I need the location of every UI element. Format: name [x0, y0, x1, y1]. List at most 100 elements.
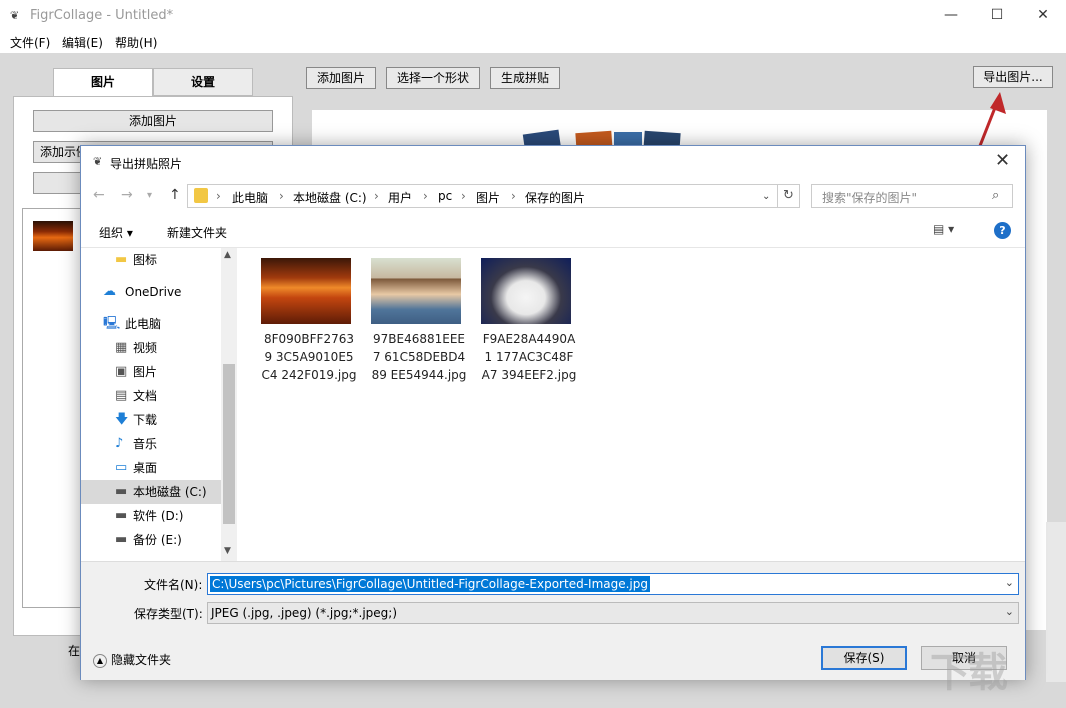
filetype-select[interactable]: JPEG (.jpg, .jpeg) (*.jpg;*.jpeg;) ⌄ — [207, 602, 1019, 624]
dialog-close-icon[interactable]: ✕ — [995, 150, 1010, 171]
nav-item-documents[interactable]: ▤ 文档 — [81, 384, 221, 408]
refresh-icon[interactable]: ↻ — [778, 184, 800, 208]
search-icon[interactable]: ⌕ — [992, 188, 999, 203]
address-bar[interactable]: › 此电脑 › 本地磁盘 (C:) › 用户 › pc › 图片 › 保存的图片… — [187, 184, 778, 208]
nav-item-music[interactable]: ♪ 音乐 — [81, 432, 221, 456]
help-icon[interactable]: ? — [994, 222, 1011, 239]
drive-icon: ▬ — [115, 480, 127, 504]
image-list[interactable] — [22, 208, 82, 608]
new-folder-button[interactable]: 新建文件夹 — [167, 224, 227, 241]
download-icon: 🡇 — [115, 408, 128, 432]
back-arrow-icon[interactable]: ← — [93, 187, 105, 203]
navigation-bar: ← → ▾ ↑ › 此电脑 › 本地磁盘 (C:) › 用户 › pc › 图片… — [81, 178, 1025, 214]
nav-item-label: 音乐 — [133, 432, 157, 456]
close-button[interactable]: ✕ — [1020, 0, 1066, 31]
hide-folders-toggle[interactable]: ▲ 隐藏文件夹 — [93, 651, 171, 668]
breadcrumb-item[interactable]: pc — [438, 189, 452, 203]
drive-icon: ▬ — [115, 504, 127, 528]
nav-item-pictures[interactable]: ▣ 图片 — [81, 360, 221, 384]
nav-item-label: 桌面 — [133, 456, 157, 480]
add-images-button[interactable]: 添加图片 — [33, 110, 273, 132]
pictures-icon: ▣ — [115, 360, 127, 384]
nav-item-label: OneDrive — [125, 280, 181, 304]
forward-arrow-icon[interactable]: → — [121, 187, 133, 203]
app-icon: ❦ — [10, 9, 19, 22]
desktop-icon: ▭ — [115, 456, 127, 480]
menu-edit[interactable]: 编辑(E) — [62, 34, 103, 51]
breadcrumb-separator: › — [461, 189, 466, 203]
nav-item-local-disk-c[interactable]: ▬ 本地磁盘 (C:) — [81, 480, 221, 504]
maximize-button[interactable]: ☐ — [974, 0, 1020, 31]
recent-dropdown-icon[interactable]: ▾ — [147, 190, 152, 201]
view-options-icon[interactable]: ▤ ▾ — [933, 222, 954, 236]
nav-item-label: 视频 — [133, 336, 157, 360]
breadcrumb-separator: › — [511, 189, 516, 203]
file-thumbnail-cat — [481, 258, 571, 324]
breadcrumb-item[interactable]: 本地磁盘 (C:) — [293, 189, 367, 206]
save-button[interactable]: 保存(S) — [821, 646, 907, 670]
chevron-down-icon[interactable]: ⌄ — [1005, 605, 1014, 618]
breadcrumb-item[interactable]: 此电脑 — [232, 189, 268, 206]
nav-item-backup-e[interactable]: ▬ 备份 (E:) — [81, 528, 221, 552]
document-icon: ▤ — [115, 384, 127, 408]
window-title: FigrCollage - Untitled* — [30, 8, 173, 23]
hide-folders-label: 隐藏文件夹 — [111, 653, 171, 667]
dialog-bottom-panel: 文件名(N): C:\Users\pc\Pictures\FigrCollage… — [81, 561, 1025, 680]
file-name: 97BE46881EEE7 61C58DEBD489 EE54944.jpg — [371, 330, 467, 384]
nav-item-onedrive[interactable]: ☁ OneDrive — [81, 280, 221, 304]
right-scrollbar[interactable] — [1046, 522, 1066, 682]
nav-item-label: 图片 — [133, 360, 157, 384]
breadcrumb-item[interactable]: 用户 — [388, 189, 412, 206]
file-thumbnail-man — [371, 258, 461, 324]
scrollbar-thumb[interactable] — [223, 364, 235, 524]
address-dropdown-icon[interactable]: ⌄ — [762, 191, 770, 202]
filetype-value: JPEG (.jpg, .jpeg) (*.jpg;*.jpeg;) — [211, 606, 397, 620]
drive-icon: ▬ — [115, 528, 127, 552]
export-image-button[interactable]: 导出图片... — [973, 66, 1053, 88]
folder-icon — [194, 188, 208, 203]
image-list-thumbnail[interactable] — [33, 221, 73, 251]
nav-item-label: 下载 — [133, 408, 157, 432]
nav-item-icons[interactable]: ▬ 图标 — [81, 248, 221, 272]
title-bar: ❦ FigrCollage - Untitled* — ☐ ✕ — [0, 0, 1066, 31]
search-input[interactable]: 搜索"保存的图片" ⌕ — [811, 184, 1013, 208]
nav-item-label: 此电脑 — [125, 312, 161, 336]
search-placeholder: 搜索"保存的图片" — [822, 189, 917, 206]
add-images-toolbar-button[interactable]: 添加图片 — [306, 67, 376, 89]
nav-item-label: 图标 — [133, 248, 157, 272]
nav-item-this-pc[interactable]: 🖳 此电脑 — [81, 312, 221, 336]
folder-icon: ▬ — [115, 248, 127, 272]
navigation-pane: ▬ 图标 ☁ OneDrive 🖳 此电脑 ▦ 视频 ▣ 图片 ▤ 文档 🡇 下… — [81, 248, 237, 561]
chevron-up-icon: ▲ — [93, 654, 107, 668]
export-dialog: ❦ 导出拼贴照片 ✕ ← → ▾ ↑ › 此电脑 › 本地磁盘 (C:) › 用… — [80, 145, 1026, 680]
breadcrumb-item[interactable]: 图片 — [476, 189, 500, 206]
dialog-title: 导出拼贴照片 — [110, 155, 182, 172]
nav-item-desktop[interactable]: ▭ 桌面 — [81, 456, 221, 480]
file-thumbnail-sunset — [261, 258, 351, 324]
scroll-down-icon[interactable]: ▼ — [224, 546, 231, 556]
breadcrumb-separator: › — [374, 189, 379, 203]
menu-help[interactable]: 帮助(H) — [115, 34, 157, 51]
app-icon: ❦ — [93, 155, 102, 168]
nav-item-downloads[interactable]: 🡇 下载 — [81, 408, 221, 432]
generate-collage-button[interactable]: 生成拼贴 — [490, 67, 560, 89]
cloud-icon: ☁ — [103, 280, 116, 304]
select-shape-button[interactable]: 选择一个形状 — [386, 67, 480, 89]
file-name: 8F090BFF27639 3C5A9010E5C4 242F019.jpg — [261, 330, 357, 384]
organize-button[interactable]: 组织 ▾ — [99, 224, 133, 241]
breadcrumb-item[interactable]: 保存的图片 — [525, 189, 585, 206]
filetype-label: 保存类型(T): — [134, 605, 203, 622]
tab-settings[interactable]: 设置 — [153, 68, 253, 96]
minimize-button[interactable]: — — [928, 0, 974, 31]
tab-images[interactable]: 图片 — [53, 68, 153, 97]
filename-input[interactable]: C:\Users\pc\Pictures\FigrCollage\Untitle… — [207, 573, 1019, 595]
navigation-scrollbar[interactable]: ▲ ▼ — [221, 248, 237, 561]
up-arrow-icon[interactable]: ↑ — [169, 187, 181, 203]
filename-value: C:\Users\pc\Pictures\FigrCollage\Untitle… — [210, 576, 650, 592]
chevron-down-icon[interactable]: ⌄ — [1005, 576, 1014, 589]
nav-item-videos[interactable]: ▦ 视频 — [81, 336, 221, 360]
nav-item-label: 文档 — [133, 384, 157, 408]
scroll-up-icon[interactable]: ▲ — [224, 250, 231, 260]
nav-item-software-d[interactable]: ▬ 软件 (D:) — [81, 504, 221, 528]
menu-file[interactable]: 文件(F) — [10, 34, 50, 51]
